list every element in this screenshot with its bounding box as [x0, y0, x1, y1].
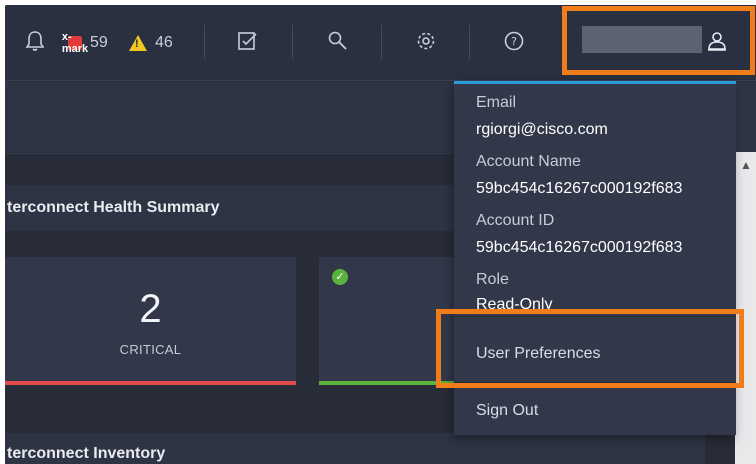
- warning-alarm-count: 46: [155, 34, 173, 51]
- critical-alarm-icon: x-mark: [61, 31, 89, 55]
- inventory-title: terconnect Inventory: [5, 433, 705, 464]
- search-icon: [327, 30, 349, 57]
- settings-icon: [415, 30, 437, 57]
- chevron-up-icon[interactable]: ▲: [740, 158, 752, 172]
- critical-card[interactable]: 2 CRITICAL: [5, 257, 296, 385]
- account-id-label: Account ID: [476, 212, 555, 229]
- critical-label: CRITICAL: [119, 342, 182, 357]
- settings-button[interactable]: [415, 31, 437, 55]
- check-icon: ✓: [332, 269, 348, 285]
- divider: [292, 25, 293, 59]
- sign-out-item[interactable]: Sign Out: [476, 402, 538, 420]
- email-label: Email: [476, 94, 517, 111]
- divider: [204, 25, 205, 59]
- user-button-highlight: [562, 6, 755, 75]
- scrollbar[interactable]: ▲: [735, 152, 756, 464]
- help-icon: ?: [503, 30, 525, 57]
- divider: [469, 25, 470, 59]
- account-id-value: 59bc454c16267c000192f683: [476, 239, 683, 256]
- notifications-bell[interactable]: [25, 30, 45, 57]
- help-button[interactable]: ?: [503, 31, 525, 55]
- warning-alarm-icon: !: [129, 35, 147, 51]
- divider: [381, 25, 382, 59]
- critical-count: 2: [139, 287, 162, 331]
- critical-alarm-count: 59: [90, 34, 108, 51]
- tasks-icon: [237, 30, 259, 57]
- email-value: rgiorgi@cisco.com: [476, 121, 608, 138]
- svg-text:?: ?: [511, 35, 517, 48]
- search-button[interactable]: [327, 31, 349, 55]
- account-name-label: Account Name: [476, 153, 581, 170]
- tasks-button[interactable]: [237, 31, 259, 55]
- warning-alarms[interactable]: ! 46: [129, 31, 173, 55]
- account-name-value: 59bc454c16267c000192f683: [476, 180, 683, 197]
- critical-status-bar: [5, 381, 296, 385]
- user-preferences-highlight: [436, 309, 744, 388]
- bell-icon: [25, 30, 45, 57]
- role-label: Role: [476, 271, 509, 288]
- critical-alarms[interactable]: x-mark 59: [61, 31, 108, 55]
